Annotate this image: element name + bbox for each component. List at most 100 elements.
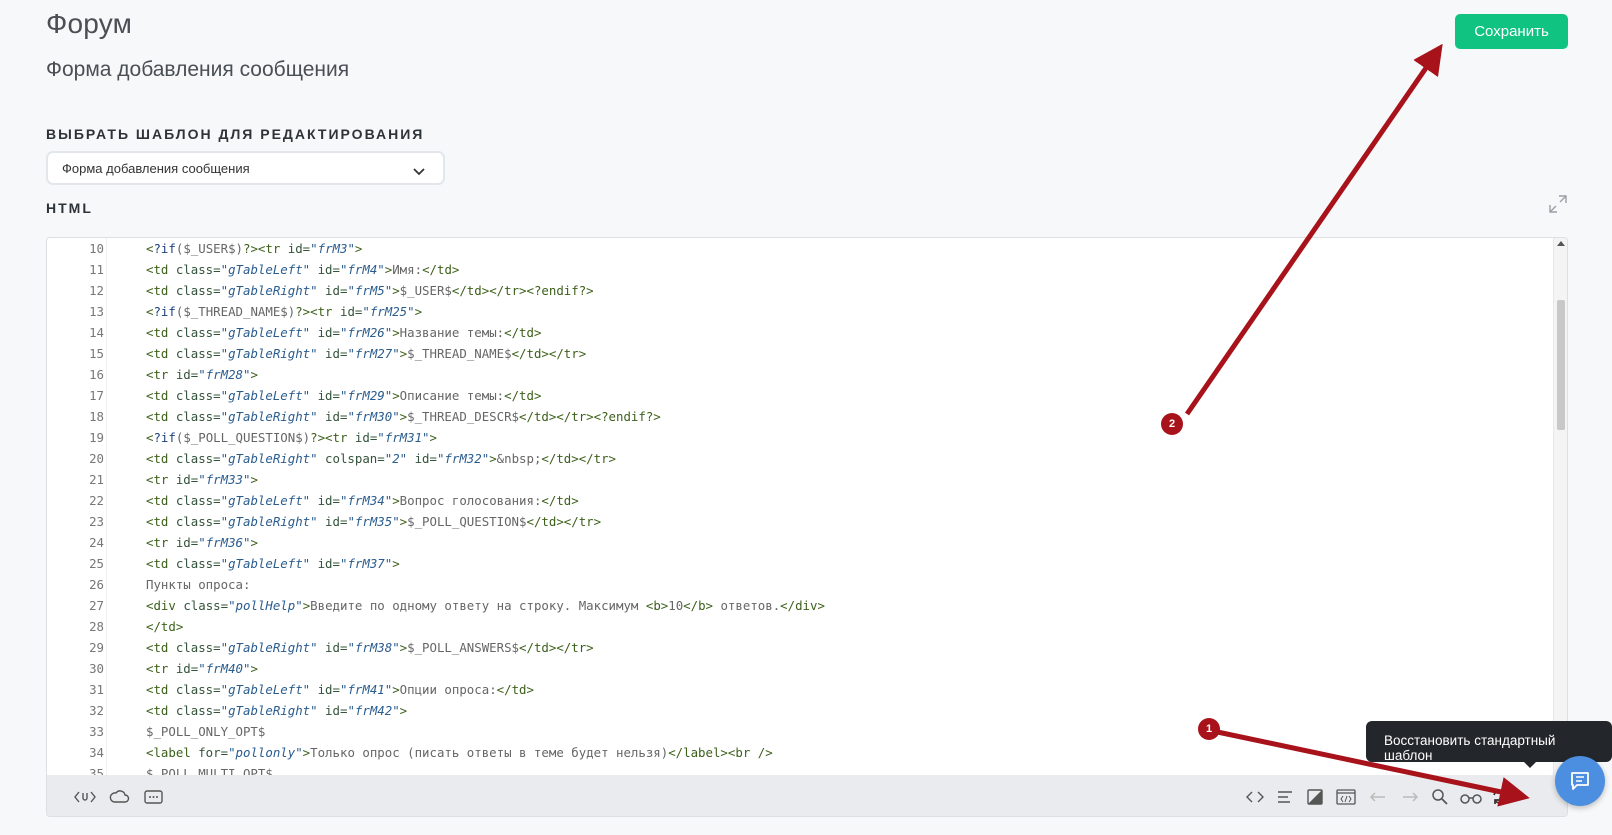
code-text: <tr id="frM28"> [146,367,258,382]
code-text: <div class="pollHelp">Введите по одному … [146,598,825,613]
code-text: <td class="gTableLeft" id="frM26">Назван… [146,325,542,340]
line-number: 20 [89,451,104,466]
line-number: 33 [89,724,104,739]
code-area[interactable]: 10 <?if($_USER$)?><tr id="frM3"> 11 <td cla… [47,238,1553,775]
code-text: <td class="gTableLeft" id="frM37"> [146,556,400,571]
code-line[interactable]: 11 <td class="gTableLeft" id="frM4">Имя:<… [47,259,1547,280]
code-line[interactable]: 21 <tr id="frM33"> [47,469,1547,490]
redo-icon[interactable] [1400,787,1420,807]
template-select-value: Форма добавления сообщения [62,161,250,176]
line-number: 25 [89,556,104,571]
code-line[interactable]: 29 <td class="gTableRight" id="frM38">$_P… [47,637,1547,658]
line-number: 21 [89,472,104,487]
code-line[interactable]: 30 <tr id="frM40"> [47,658,1547,679]
widget-icon[interactable] [143,787,165,807]
code-line[interactable]: 35 $_POLL_MULTI_OPT$ [47,763,1547,775]
line-number: 34 [89,745,104,760]
code-line[interactable]: 20 <td class="gTableRight" colspan="2" id… [47,448,1547,469]
line-number: 18 [89,409,104,424]
html-preview-icon[interactable] [1335,787,1357,807]
line-number: 17 [89,388,104,403]
code-text: <td class="gTableLeft" id="frM34">Вопрос… [146,493,579,508]
code-editor[interactable]: 10 <?if($_USER$)?><tr id="frM3"> 11 <td cla… [46,237,1568,817]
line-number: 13 [89,304,104,319]
code-text: <td class="gTableLeft" id="frM41">Опции … [146,682,534,697]
code-text: <td class="gTableLeft" id="frM29">Описан… [146,388,542,403]
line-number: 29 [89,640,104,655]
code-text: <td class="gTableRight" id="frM42"> [146,703,408,718]
code-text: Пункты опроса: [146,577,251,592]
code-text: <label for="pollonly">Только опрос (писа… [146,745,773,760]
line-number: 28 [89,619,104,634]
code-text: <?if($_THREAD_NAME$)?><tr id="frM25"> [146,304,423,319]
code-line[interactable]: 26 Пункты опроса: [47,574,1547,595]
template-vars-icon[interactable] [74,787,96,807]
code-text: <td class="gTableRight" id="frM35">$_POL… [146,514,602,529]
undo-icon[interactable] [1368,787,1388,807]
editor-toolbar [47,775,1567,816]
code-line[interactable]: 13 <?if($_THREAD_NAME$)?><tr id="frM25"> [47,301,1547,322]
fullscreen-expand-icon[interactable] [1548,194,1568,214]
line-number: 16 [89,367,104,382]
scroll-up-icon[interactable] [1557,241,1565,246]
code-line[interactable]: 23 <td class="gTableRight" id="frM35">$_P… [47,511,1547,532]
code-line[interactable]: 18 <td class="gTableRight" id="frM30">$_T… [47,406,1547,427]
line-number: 19 [89,430,104,445]
code-line[interactable]: 12 <td class="gTableRight" id="frM5">$_US… [47,280,1547,301]
annotation-marker-2: 2 [1161,413,1183,435]
code-text: <td class="gTableRight" colspan="2" id="… [146,451,617,466]
html-editor-label: HTML [46,200,93,216]
code-line[interactable]: 25 <td class="gTableLeft" id="frM37"> [47,553,1547,574]
code-text: <tr id="frM33"> [146,472,258,487]
code-line[interactable]: 31 <td class="gTableLeft" id="frM41">Опци… [47,679,1547,700]
code-text: <tr id="frM40"> [146,661,258,676]
chat-icon [1571,772,1589,790]
code-line[interactable]: 14 <td class="gTableLeft" id="frM26">Назв… [47,322,1547,343]
format-align-icon[interactable] [1275,787,1295,807]
code-text: <?if($_USER$)?><tr id="frM3"> [146,241,363,256]
page-subtitle: Форма добавления сообщения [46,58,350,81]
save-button[interactable]: Сохранить [1455,14,1568,49]
line-number: 32 [89,703,104,718]
search-icon[interactable] [1430,787,1450,807]
code-text: <td class="gTableRight" id="frM5">$_USER… [146,283,594,298]
code-line[interactable]: 10 <?if($_USER$)?><tr id="frM3"> [47,238,1547,259]
line-number: 24 [89,535,104,550]
code-text: <td class="gTableLeft" id="frM4">Имя:</t… [146,262,460,277]
code-text: <?if($_POLL_QUESTION$)?><tr id="frM31"> [146,430,437,445]
code-line[interactable]: 24 <tr id="frM36"> [47,532,1547,553]
code-line[interactable]: 22 <td class="gTableLeft" id="frM34">Вопр… [47,490,1547,511]
code-text: <td class="gTableRight" id="frM38">$_POL… [146,640,594,655]
code-line[interactable]: 33 $_POLL_ONLY_OPT$ [47,721,1547,742]
cloud-icon[interactable] [108,787,130,807]
code-text: <tr id="frM36"> [146,535,258,550]
line-number: 14 [89,325,104,340]
annotation-marker-1: 1 [1198,718,1220,740]
theme-contrast-icon[interactable] [1305,787,1325,807]
code-line[interactable]: 15 <td class="gTableRight" id="frM27">$_T… [47,343,1547,364]
line-number: 31 [89,682,104,697]
code-line[interactable]: 17 <td class="gTableLeft" id="frM29">Опис… [47,385,1547,406]
code-line[interactable]: 32 <td class="gTableRight" id="frM42"> [47,700,1547,721]
chat-button[interactable] [1555,756,1605,806]
code-text: <td class="gTableRight" id="frM27">$_THR… [146,346,587,361]
line-number: 23 [89,514,104,529]
glasses-icon[interactable] [1459,787,1483,807]
line-number: 11 [89,262,104,277]
page-title: Форум [46,8,133,39]
code-line[interactable]: 27 <div class="pollHelp">Введите по одном… [47,595,1547,616]
restore-default-template-icon[interactable] [1490,787,1510,807]
code-text: $_POLL_MULTI_OPT$ [146,766,273,775]
code-line[interactable]: 28 </td> [47,616,1547,637]
line-number: 22 [89,493,104,508]
line-number: 15 [89,346,104,361]
code-text: $_POLL_ONLY_OPT$ [146,724,266,739]
scrollbar-thumb[interactable] [1557,300,1565,430]
line-number: 27 [89,598,104,613]
code-line[interactable]: 16 <tr id="frM28"> [47,364,1547,385]
code-view-icon[interactable] [1245,787,1265,807]
template-select[interactable]: Форма добавления сообщения [46,151,445,185]
code-line[interactable]: 34 <label for="pollonly">Только опрос (пи… [47,742,1547,763]
vertical-scrollbar[interactable] [1553,238,1567,775]
code-line[interactable]: 19 <?if($_POLL_QUESTION$)?><tr id="frM31"… [47,427,1547,448]
